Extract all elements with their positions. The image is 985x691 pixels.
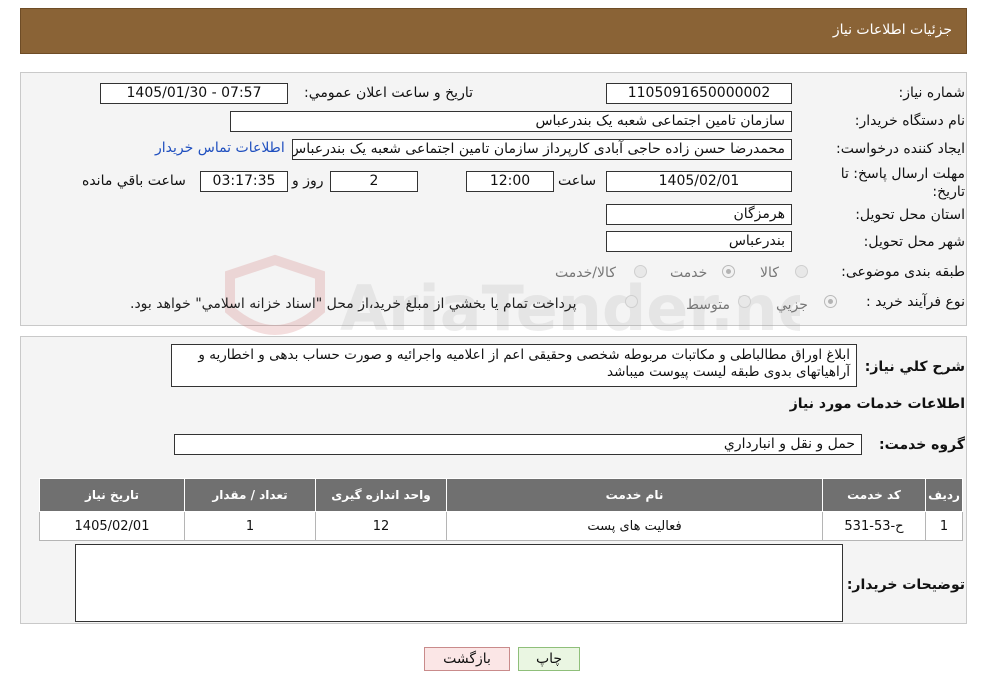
services-section-title: اطلاعات خدمات مورد نياز: [790, 396, 965, 412]
summary-textarea[interactable]: ابلاغ اوراق مطالباطی و مکاتبات مربوطه شخ…: [171, 344, 857, 387]
page-title: جزئیات اطلاعات نیاز: [833, 22, 952, 38]
cell-need-date: 1405/02/01: [40, 512, 185, 541]
service-group-label: گروه خدمت:: [879, 437, 965, 453]
category-radio-service[interactable]: [722, 265, 735, 278]
deadline-date-field: 1405/02/01: [606, 171, 792, 192]
purchase-checkbox-treasury[interactable]: [625, 295, 638, 308]
col-unit: واحد اندازه گيری: [316, 479, 447, 512]
service-group-field: حمل و نقل و انبارداري: [174, 434, 862, 455]
purchase-type-label: نوع فرآيند خريد :: [866, 294, 965, 310]
deadline-label: مهلت ارسال پاسخ: تا تاريخ:: [815, 165, 965, 201]
buyer-org-field: سازمان تامین اجتماعی شعبه یک بندرعباس: [230, 111, 792, 132]
category-option-goods: کالا: [760, 265, 779, 281]
category-option-goods-service: کالا/خدمت: [555, 265, 616, 281]
purchase-option-medium: متوسط: [686, 297, 730, 313]
cell-service-name: فعالیت های پست: [447, 512, 823, 541]
page-header: جزئیات اطلاعات نیاز: [20, 8, 967, 54]
table-header-row: رديف کد خدمت نام خدمت واحد اندازه گيری ت…: [40, 479, 963, 512]
remaining-time-field: 03:17:35: [200, 171, 288, 192]
print-button[interactable]: چاپ: [518, 647, 580, 671]
col-row-number: رديف: [926, 479, 963, 512]
category-option-service: خدمت: [670, 265, 707, 281]
treasury-note: پرداخت تمام يا بخشي از مبلغ خريد،از محل …: [130, 296, 576, 312]
cell-unit: 12: [316, 512, 447, 541]
services-table: رديف کد خدمت نام خدمت واحد اندازه گيری ت…: [39, 478, 963, 541]
cell-service-code: ح-53-531: [823, 512, 926, 541]
col-need-date: تاريخ نياز: [40, 479, 185, 512]
table-row: 1 ح-53-531 فعالیت های پست 12 1 1405/02/0…: [40, 512, 963, 541]
remaining-time-label: ساعت باقي مانده: [82, 173, 186, 189]
city-field: بندرعباس: [606, 231, 792, 252]
buyer-notes-label: توضيحات خريدار:: [847, 577, 965, 593]
need-number-label: شماره نیاز:: [899, 85, 966, 101]
purchase-radio-medium[interactable]: [738, 295, 751, 308]
requester-field: محمدرضا حسن زاده حاجی آبادی کارپرداز ساز…: [292, 139, 792, 160]
summary-label: شرح کلي نياز:: [865, 359, 965, 375]
province-field: هرمزگان: [606, 204, 792, 225]
requester-label: ايجاد کننده درخواست:: [836, 141, 965, 157]
category-radio-goods-service[interactable]: [634, 265, 647, 278]
need-number-field: 1105091650000002: [606, 83, 792, 104]
city-label: شهر محل تحويل:: [864, 234, 965, 250]
cell-row-number: 1: [926, 512, 963, 541]
buyer-notes-textarea[interactable]: [75, 544, 843, 622]
category-radio-goods[interactable]: [795, 265, 808, 278]
announce-date-label: تاریخ و ساعت اعلان عمومي:: [304, 85, 473, 101]
buyer-org-label: نام دستگاه خريدار:: [855, 113, 965, 129]
days-label: روز و: [292, 173, 324, 189]
category-label: طبقه بندی موضوعی:: [841, 264, 965, 280]
province-label: استان محل تحويل:: [855, 207, 965, 223]
days-field: 2: [330, 171, 418, 192]
deadline-time-field: 12:00: [466, 171, 554, 192]
col-service-name: نام خدمت: [447, 479, 823, 512]
deadline-time-label: ساعت: [558, 173, 596, 189]
back-button[interactable]: بازگشت: [424, 647, 510, 671]
cell-quantity: 1: [185, 512, 316, 541]
purchase-radio-minor[interactable]: [824, 295, 837, 308]
col-service-code: کد خدمت: [823, 479, 926, 512]
buyer-contact-link[interactable]: اطلاعات تماس خريدار: [155, 140, 285, 156]
announce-date-field: 1405/01/30 - 07:57: [100, 83, 288, 104]
purchase-option-minor: جزيي: [776, 297, 808, 313]
col-quantity: تعداد / مقدار: [185, 479, 316, 512]
